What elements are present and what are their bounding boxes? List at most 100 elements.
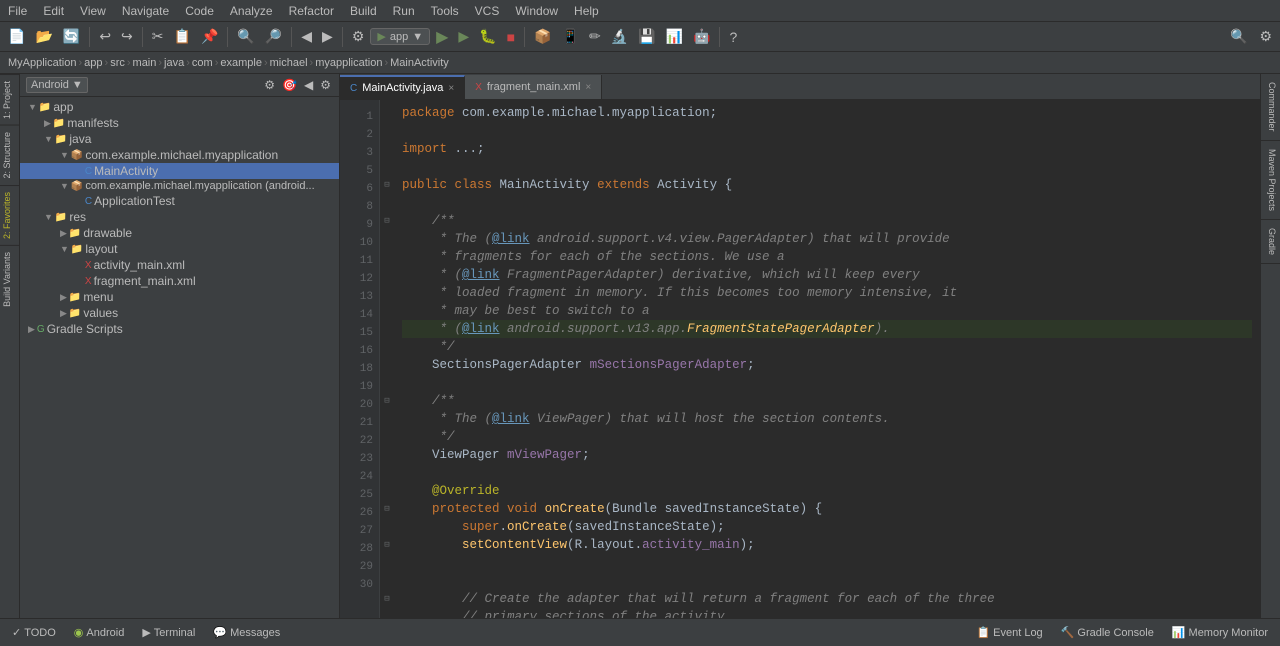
menu-vcs[interactable]: VCS <box>467 2 508 20</box>
android-icon-btn[interactable]: 🤖 <box>689 26 714 47</box>
find-btn[interactable]: 🔍 <box>233 26 258 47</box>
avd-btn[interactable]: 📱 <box>558 26 583 47</box>
new-project-btn[interactable]: 📄 <box>4 26 29 47</box>
bottom-tab-gradle-console[interactable]: 🔨 Gradle Console <box>1053 623 1162 642</box>
breadcrumb-mainactivity[interactable]: MainActivity <box>390 57 449 69</box>
memory-btn[interactable]: 💾 <box>634 26 659 47</box>
tree-item-java[interactable]: ▼ 📁 java <box>20 131 339 147</box>
fold-7[interactable]: ⊟ <box>380 212 394 230</box>
tree-item-activity-main-xml[interactable]: ▶ X activity_main.xml <box>20 257 339 273</box>
project-sync-btn[interactable]: ⚙ <box>262 77 277 93</box>
left-tab-project[interactable]: 1: Project <box>0 74 19 125</box>
bottom-tab-todo[interactable]: ✓ TODO <box>4 623 64 642</box>
back-btn[interactable]: ◀ <box>297 26 316 47</box>
tab-close-mainactivity[interactable]: × <box>448 83 454 94</box>
right-tab-commander[interactable]: Commander <box>1261 74 1280 141</box>
open-btn[interactable]: 📂 <box>31 26 56 47</box>
menu-edit[interactable]: Edit <box>35 2 72 20</box>
forward-btn[interactable]: ▶ <box>318 26 337 47</box>
menu-view[interactable]: View <box>72 2 114 20</box>
tree-item-layout[interactable]: ▼ 📁 layout <box>20 241 339 257</box>
copy-btn[interactable]: 📋 <box>170 26 195 47</box>
tree-item-manifests[interactable]: ▶ 📁 manifests <box>20 115 339 131</box>
tree-item-values[interactable]: ▶ 📁 values <box>20 305 339 321</box>
left-tab-favorites[interactable]: 2: Favorites <box>0 185 19 245</box>
fold-5[interactable]: ⊟ <box>380 176 394 194</box>
cut-btn[interactable]: ✂ <box>148 26 168 47</box>
breadcrumb-myapplication2[interactable]: myapplication <box>315 57 382 69</box>
hprof-btn[interactable]: 📊 <box>662 26 687 47</box>
breadcrumb-myapplication[interactable]: MyApplication <box>8 57 76 69</box>
breadcrumb-main[interactable]: main <box>133 57 157 69</box>
tab-fragment-main-xml[interactable]: X fragment_main.xml × <box>465 75 602 99</box>
menu-window[interactable]: Window <box>507 2 566 20</box>
code-editor[interactable]: 1 2 3 5 6 8 9 10 11 12 13 14 15 16 <box>340 100 1260 618</box>
menu-file[interactable]: File <box>0 2 35 20</box>
bottom-tab-event-log[interactable]: 📋 Event Log <box>968 623 1050 642</box>
tab-close-fragment[interactable]: × <box>585 82 591 93</box>
code-content[interactable]: package com.example.michael.myapplicatio… <box>394 100 1260 618</box>
bottom-tab-terminal[interactable]: ▶ Terminal <box>134 623 203 642</box>
annotation-btn[interactable]: ✏ <box>585 26 605 47</box>
settings-btn[interactable]: ⚙ <box>1255 26 1276 47</box>
menu-run[interactable]: Run <box>385 2 423 20</box>
breadcrumb-michael[interactable]: michael <box>270 57 308 69</box>
debug-button[interactable]: 🐛 <box>475 26 500 47</box>
menu-build[interactable]: Build <box>342 2 385 20</box>
breadcrumb-src[interactable]: src <box>110 57 125 69</box>
left-tab-build-variants[interactable]: Build Variants <box>0 245 19 313</box>
undo-btn[interactable]: ↩ <box>95 26 115 47</box>
breadcrumb-com[interactable]: com <box>192 57 213 69</box>
left-tab-structure[interactable]: 2: Structure <box>0 125 19 185</box>
project-view-dropdown[interactable]: Android ▼ <box>26 77 88 93</box>
tree-item-applicationtest[interactable]: ▶ C ApplicationTest <box>20 193 339 209</box>
bottom-tab-android[interactable]: ◉ Android <box>66 623 133 642</box>
project-scroll-btn[interactable]: 🎯 <box>280 77 299 93</box>
menu-refactor[interactable]: Refactor <box>281 2 342 20</box>
bottom-tab-memory-monitor[interactable]: 📊 Memory Monitor <box>1164 623 1276 642</box>
fold-24[interactable]: ⊟ <box>380 536 394 554</box>
lint-btn[interactable]: 🔬 <box>607 26 632 47</box>
tree-item-gradle-scripts[interactable]: ▶ G Gradle Scripts <box>20 321 339 337</box>
redo-btn[interactable]: ↪ <box>117 26 137 47</box>
fold-1[interactable] <box>380 104 394 122</box>
replace-btn[interactable]: 🔎 <box>261 26 286 47</box>
right-tab-maven[interactable]: Maven Projects <box>1261 141 1280 220</box>
fold-17[interactable]: ⊟ <box>380 392 394 410</box>
tree-item-package-main[interactable]: ▼ 📦 com.example.michael.myapplication <box>20 147 339 163</box>
project-collapse-btn[interactable]: ◀ <box>302 77 315 93</box>
tab-mainactivity-java[interactable]: C MainActivity.java × <box>340 75 465 99</box>
paste-btn[interactable]: 📌 <box>197 26 222 47</box>
build-select-btn[interactable]: ⚙ <box>348 26 369 47</box>
help-btn[interactable]: ? <box>725 27 741 47</box>
tree-item-app[interactable]: ▼ 📁 app <box>20 99 339 115</box>
code-line-18: * The (@link ViewPager) that will host t… <box>402 410 1252 428</box>
tree-item-fragment-main-xml[interactable]: ▶ X fragment_main.xml <box>20 273 339 289</box>
run-config-selector[interactable]: ▶ app ▼ <box>370 28 430 45</box>
menu-help[interactable]: Help <box>566 2 607 20</box>
menu-analyze[interactable]: Analyze <box>222 2 281 20</box>
tree-item-package-test[interactable]: ▼ 📦 com.example.michael.myapplication (a… <box>20 179 339 193</box>
stop-btn[interactable]: ■ <box>503 27 519 47</box>
run-button[interactable]: ▶ <box>432 25 452 49</box>
sync-btn[interactable]: 🔄 <box>59 26 84 47</box>
project-gear-btn[interactable]: ⚙ <box>318 77 333 93</box>
tree-item-res[interactable]: ▼ 📁 res <box>20 209 339 225</box>
menu-navigate[interactable]: Navigate <box>114 2 177 20</box>
sdk-mgr-btn[interactable]: 📦 <box>530 26 555 47</box>
code-line-1: package com.example.michael.myapplicatio… <box>402 104 1252 122</box>
bottom-tab-messages[interactable]: 💬 Messages <box>205 623 288 642</box>
coverage-btn[interactable]: ▶ <box>454 26 473 47</box>
fold-28[interactable]: ⊟ <box>380 590 394 608</box>
search-everywhere-btn[interactable]: 🔍 <box>1226 26 1251 47</box>
breadcrumb-java[interactable]: java <box>164 57 184 69</box>
right-tab-gradle[interactable]: Gradle <box>1261 220 1280 264</box>
tree-item-mainactivity[interactable]: ▶ C MainActivity <box>20 163 339 179</box>
tree-item-menu[interactable]: ▶ 📁 menu <box>20 289 339 305</box>
menu-code[interactable]: Code <box>177 2 222 20</box>
breadcrumb-app[interactable]: app <box>84 57 102 69</box>
tree-item-drawable[interactable]: ▶ 📁 drawable <box>20 225 339 241</box>
menu-tools[interactable]: Tools <box>423 2 467 20</box>
fold-23[interactable]: ⊟ <box>380 500 394 518</box>
breadcrumb-example[interactable]: example <box>220 57 262 69</box>
